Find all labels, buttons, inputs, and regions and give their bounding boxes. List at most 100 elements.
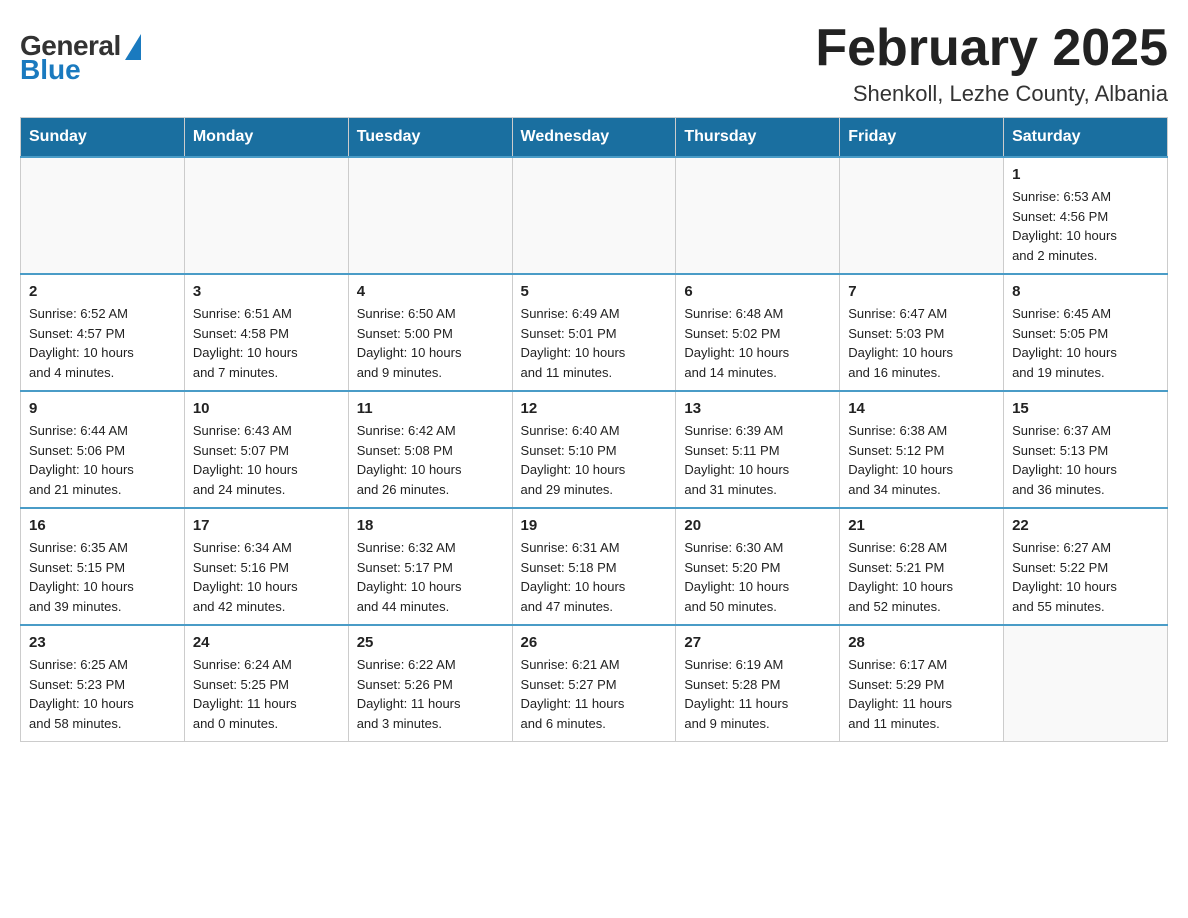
day-info: Sunrise: 6:22 AM Sunset: 5:26 PM Dayligh…: [357, 655, 504, 733]
calendar-day-cell: 19 Sunrise: 6:31 AM Sunset: 5:18 PM Dayli…: [512, 508, 676, 625]
day-number: 15: [1012, 400, 1159, 417]
day-info: Sunrise: 6:17 AM Sunset: 5:29 PM Dayligh…: [848, 655, 995, 733]
day-info: Sunrise: 6:49 AM Sunset: 5:01 PM Dayligh…: [521, 304, 668, 382]
day-number: 3: [193, 283, 340, 300]
logo: General Blue: [20, 20, 141, 86]
day-info: Sunrise: 6:31 AM Sunset: 5:18 PM Dayligh…: [521, 538, 668, 616]
calendar-title: February 2025: [815, 20, 1168, 77]
day-number: 9: [29, 400, 176, 417]
calendar-day-cell: 14 Sunrise: 6:38 AM Sunset: 5:12 PM Dayli…: [840, 391, 1004, 508]
day-number: 13: [684, 400, 831, 417]
day-info: Sunrise: 6:24 AM Sunset: 5:25 PM Dayligh…: [193, 655, 340, 733]
day-number: 20: [684, 517, 831, 534]
calendar-day-cell: 16 Sunrise: 6:35 AM Sunset: 5:15 PM Dayli…: [21, 508, 185, 625]
calendar-day-cell: 25 Sunrise: 6:22 AM Sunset: 5:26 PM Dayli…: [348, 625, 512, 742]
calendar-day-cell: 17 Sunrise: 6:34 AM Sunset: 5:16 PM Dayli…: [184, 508, 348, 625]
day-number: 7: [848, 283, 995, 300]
day-info: Sunrise: 6:50 AM Sunset: 5:00 PM Dayligh…: [357, 304, 504, 382]
day-info: Sunrise: 6:43 AM Sunset: 5:07 PM Dayligh…: [193, 421, 340, 499]
day-info: Sunrise: 6:48 AM Sunset: 5:02 PM Dayligh…: [684, 304, 831, 382]
calendar-day-cell: 23Sunrise: 6:25 AM Sunset: 5:23 PM Dayli…: [21, 625, 185, 742]
day-info: Sunrise: 6:39 AM Sunset: 5:11 PM Dayligh…: [684, 421, 831, 499]
calendar-day-cell: 20 Sunrise: 6:30 AM Sunset: 5:20 PM Dayli…: [676, 508, 840, 625]
calendar-week-row: 9 Sunrise: 6:44 AM Sunset: 5:06 PM Daylig…: [21, 391, 1168, 508]
calendar-week-row: 2Sunrise: 6:52 AM Sunset: 4:57 PM Daylig…: [21, 274, 1168, 391]
day-number: 11: [357, 400, 504, 417]
calendar-day-cell: [676, 157, 840, 274]
day-number: 25: [357, 634, 504, 651]
day-of-week-header: Saturday: [1004, 118, 1168, 158]
calendar-day-cell: 8 Sunrise: 6:45 AM Sunset: 5:05 PM Daylig…: [1004, 274, 1168, 391]
day-number: 18: [357, 517, 504, 534]
day-number: 5: [521, 283, 668, 300]
calendar-week-row: 16 Sunrise: 6:35 AM Sunset: 5:15 PM Dayli…: [21, 508, 1168, 625]
calendar-day-cell: 7 Sunrise: 6:47 AM Sunset: 5:03 PM Daylig…: [840, 274, 1004, 391]
calendar-day-cell: 2Sunrise: 6:52 AM Sunset: 4:57 PM Daylig…: [21, 274, 185, 391]
calendar-day-cell: 26Sunrise: 6:21 AM Sunset: 5:27 PM Dayli…: [512, 625, 676, 742]
day-info: Sunrise: 6:19 AM Sunset: 5:28 PM Dayligh…: [684, 655, 831, 733]
day-info: Sunrise: 6:25 AM Sunset: 5:23 PM Dayligh…: [29, 655, 176, 733]
calendar-day-cell: [21, 157, 185, 274]
calendar-table: SundayMondayTuesdayWednesdayThursdayFrid…: [20, 117, 1168, 742]
day-info: Sunrise: 6:28 AM Sunset: 5:21 PM Dayligh…: [848, 538, 995, 616]
calendar-day-cell: [512, 157, 676, 274]
day-number: 4: [357, 283, 504, 300]
day-number: 16: [29, 517, 176, 534]
day-info: Sunrise: 6:34 AM Sunset: 5:16 PM Dayligh…: [193, 538, 340, 616]
day-number: 22: [1012, 517, 1159, 534]
day-info: Sunrise: 6:35 AM Sunset: 5:15 PM Dayligh…: [29, 538, 176, 616]
day-info: Sunrise: 6:53 AM Sunset: 4:56 PM Dayligh…: [1012, 187, 1159, 265]
day-info: Sunrise: 6:37 AM Sunset: 5:13 PM Dayligh…: [1012, 421, 1159, 499]
day-number: 21: [848, 517, 995, 534]
day-number: 17: [193, 517, 340, 534]
calendar-day-cell: 13 Sunrise: 6:39 AM Sunset: 5:11 PM Dayli…: [676, 391, 840, 508]
day-number: 8: [1012, 283, 1159, 300]
calendar-day-cell: 5 Sunrise: 6:49 AM Sunset: 5:01 PM Daylig…: [512, 274, 676, 391]
day-info: Sunrise: 6:27 AM Sunset: 5:22 PM Dayligh…: [1012, 538, 1159, 616]
title-block: February 2025 Shenkoll, Lezhe County, Al…: [815, 20, 1168, 107]
calendar-day-cell: 24 Sunrise: 6:24 AM Sunset: 5:25 PM Dayli…: [184, 625, 348, 742]
calendar-week-row: 23Sunrise: 6:25 AM Sunset: 5:23 PM Dayli…: [21, 625, 1168, 742]
calendar-day-cell: [184, 157, 348, 274]
logo-blue-text: Blue: [20, 54, 81, 86]
day-number: 10: [193, 400, 340, 417]
calendar-day-cell: 1 Sunrise: 6:53 AM Sunset: 4:56 PM Daylig…: [1004, 157, 1168, 274]
day-info: Sunrise: 6:30 AM Sunset: 5:20 PM Dayligh…: [684, 538, 831, 616]
day-info: Sunrise: 6:52 AM Sunset: 4:57 PM Dayligh…: [29, 304, 176, 382]
day-info: Sunrise: 6:47 AM Sunset: 5:03 PM Dayligh…: [848, 304, 995, 382]
calendar-week-row: 1 Sunrise: 6:53 AM Sunset: 4:56 PM Daylig…: [21, 157, 1168, 274]
day-number: 14: [848, 400, 995, 417]
calendar-day-cell: 18 Sunrise: 6:32 AM Sunset: 5:17 PM Dayli…: [348, 508, 512, 625]
day-info: Sunrise: 6:21 AM Sunset: 5:27 PM Dayligh…: [521, 655, 668, 733]
day-info: Sunrise: 6:38 AM Sunset: 5:12 PM Dayligh…: [848, 421, 995, 499]
day-number: 24: [193, 634, 340, 651]
day-number: 12: [521, 400, 668, 417]
day-info: Sunrise: 6:32 AM Sunset: 5:17 PM Dayligh…: [357, 538, 504, 616]
calendar-day-cell: 12 Sunrise: 6:40 AM Sunset: 5:10 PM Dayli…: [512, 391, 676, 508]
day-number: 19: [521, 517, 668, 534]
day-number: 27: [684, 634, 831, 651]
day-number: 1: [1012, 166, 1159, 183]
day-of-week-header: Friday: [840, 118, 1004, 158]
day-of-week-header: Wednesday: [512, 118, 676, 158]
day-number: 6: [684, 283, 831, 300]
page-header: General Blue February 2025 Shenkoll, Lez…: [20, 20, 1168, 107]
calendar-day-cell: 27 Sunrise: 6:19 AM Sunset: 5:28 PM Dayli…: [676, 625, 840, 742]
calendar-header-row: SundayMondayTuesdayWednesdayThursdayFrid…: [21, 118, 1168, 158]
calendar-day-cell: 9 Sunrise: 6:44 AM Sunset: 5:06 PM Daylig…: [21, 391, 185, 508]
day-of-week-header: Sunday: [21, 118, 185, 158]
calendar-subtitle: Shenkoll, Lezhe County, Albania: [815, 81, 1168, 107]
day-info: Sunrise: 6:44 AM Sunset: 5:06 PM Dayligh…: [29, 421, 176, 499]
calendar-day-cell: 11Sunrise: 6:42 AM Sunset: 5:08 PM Dayli…: [348, 391, 512, 508]
calendar-day-cell: 28 Sunrise: 6:17 AM Sunset: 5:29 PM Dayli…: [840, 625, 1004, 742]
day-number: 28: [848, 634, 995, 651]
calendar-day-cell: 21 Sunrise: 6:28 AM Sunset: 5:21 PM Dayli…: [840, 508, 1004, 625]
day-info: Sunrise: 6:45 AM Sunset: 5:05 PM Dayligh…: [1012, 304, 1159, 382]
day-of-week-header: Monday: [184, 118, 348, 158]
day-info: Sunrise: 6:51 AM Sunset: 4:58 PM Dayligh…: [193, 304, 340, 382]
day-info: Sunrise: 6:40 AM Sunset: 5:10 PM Dayligh…: [521, 421, 668, 499]
day-of-week-header: Thursday: [676, 118, 840, 158]
calendar-day-cell: [1004, 625, 1168, 742]
calendar-day-cell: 15 Sunrise: 6:37 AM Sunset: 5:13 PM Dayli…: [1004, 391, 1168, 508]
calendar-day-cell: 3 Sunrise: 6:51 AM Sunset: 4:58 PM Daylig…: [184, 274, 348, 391]
